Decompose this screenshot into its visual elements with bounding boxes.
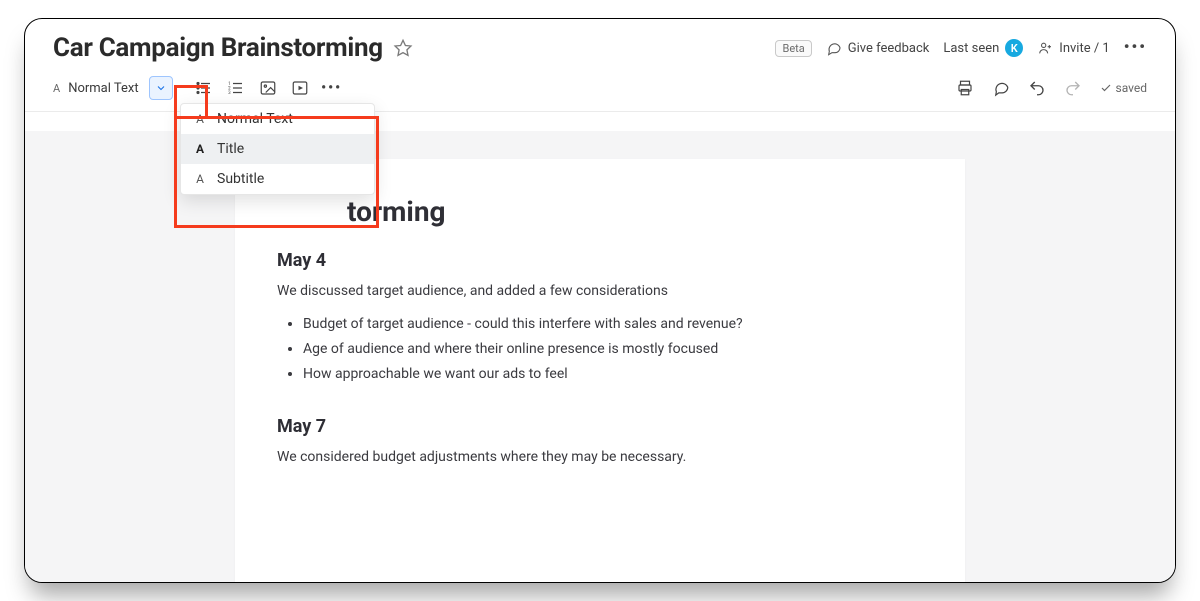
saved-indicator: saved — [1100, 81, 1148, 95]
print-icon[interactable] — [956, 79, 974, 97]
list-item: How approachable we want our ads to feel — [303, 362, 923, 387]
image-icon[interactable] — [259, 79, 277, 97]
text-style-select[interactable]: A Normal Text — [53, 75, 139, 101]
section-heading: May 4 — [277, 250, 923, 271]
workspace: torming May 4 We discussed target audien… — [25, 131, 1175, 582]
style-option-label: Title — [217, 141, 244, 157]
bulleted-list-icon[interactable] — [195, 79, 213, 97]
section-heading: May 7 — [277, 416, 923, 437]
check-icon — [1100, 82, 1112, 94]
style-option-label: Subtitle — [217, 171, 264, 187]
give-feedback-label: Give feedback — [848, 41, 930, 56]
comment-icon[interactable] — [992, 79, 1010, 97]
last-seen-label: Last seen — [943, 41, 999, 56]
bullet-list: Budget of target audience - could this i… — [277, 312, 923, 388]
text-style-a-icon: A — [193, 142, 207, 156]
speech-bubble-icon — [826, 40, 842, 56]
text-style-dropdown: A Normal Text A Title A Subtitle — [180, 103, 375, 195]
avatar: K — [1005, 39, 1023, 57]
chevron-down-icon — [155, 82, 167, 94]
header-bar: Car Campaign Brainstorming Beta Give fee… — [25, 19, 1175, 69]
text-style-a-icon: A — [193, 172, 207, 186]
text-style-a-icon: A — [193, 112, 207, 126]
style-option-normal-text[interactable]: A Normal Text — [181, 104, 374, 134]
redo-icon[interactable] — [1064, 79, 1082, 97]
person-plus-icon — [1037, 40, 1053, 56]
list-item: Age of audience and where their online p… — [303, 337, 923, 362]
more-menu-icon[interactable]: ••• — [1124, 37, 1147, 56]
text-style-current: Normal Text — [68, 81, 138, 96]
saved-label: saved — [1116, 81, 1148, 95]
header-right: Beta Give feedback Last seen K Invite / … — [775, 39, 1147, 58]
video-icon[interactable] — [291, 79, 309, 97]
text-style-dropdown-toggle[interactable] — [149, 76, 173, 100]
document[interactable]: torming May 4 We discussed target audien… — [235, 159, 965, 582]
svg-text:3: 3 — [228, 90, 231, 96]
text-style-a-icon: A — [53, 82, 60, 95]
last-seen[interactable]: Last seen K — [943, 39, 1023, 57]
style-option-title[interactable]: A Title — [181, 134, 374, 164]
section-paragraph: We considered budget adjustments where t… — [277, 447, 923, 468]
toolbar-right: saved — [956, 79, 1148, 97]
beta-badge: Beta — [775, 40, 811, 57]
app-window: Car Campaign Brainstorming Beta Give fee… — [24, 18, 1176, 583]
style-option-subtitle[interactable]: A Subtitle — [181, 164, 374, 194]
invite-label: Invite / 1 — [1059, 41, 1109, 56]
document-title-fragment: torming — [277, 195, 923, 228]
section-paragraph: We discussed target audience, and added … — [277, 281, 923, 302]
formatting-icons: 1 2 3 ••• — [195, 79, 341, 97]
undo-icon[interactable] — [1028, 79, 1046, 97]
style-option-label: Normal Text — [217, 111, 293, 127]
page-title: Car Campaign Brainstorming — [53, 33, 383, 63]
invite-button[interactable]: Invite / 1 — [1037, 40, 1109, 56]
toolbar-more-icon[interactable]: ••• — [323, 79, 341, 97]
give-feedback-button[interactable]: Give feedback — [826, 40, 930, 56]
list-item: Budget of target audience - could this i… — [303, 312, 923, 337]
numbered-list-icon[interactable]: 1 2 3 — [227, 79, 245, 97]
favorite-star-icon[interactable] — [393, 38, 413, 58]
